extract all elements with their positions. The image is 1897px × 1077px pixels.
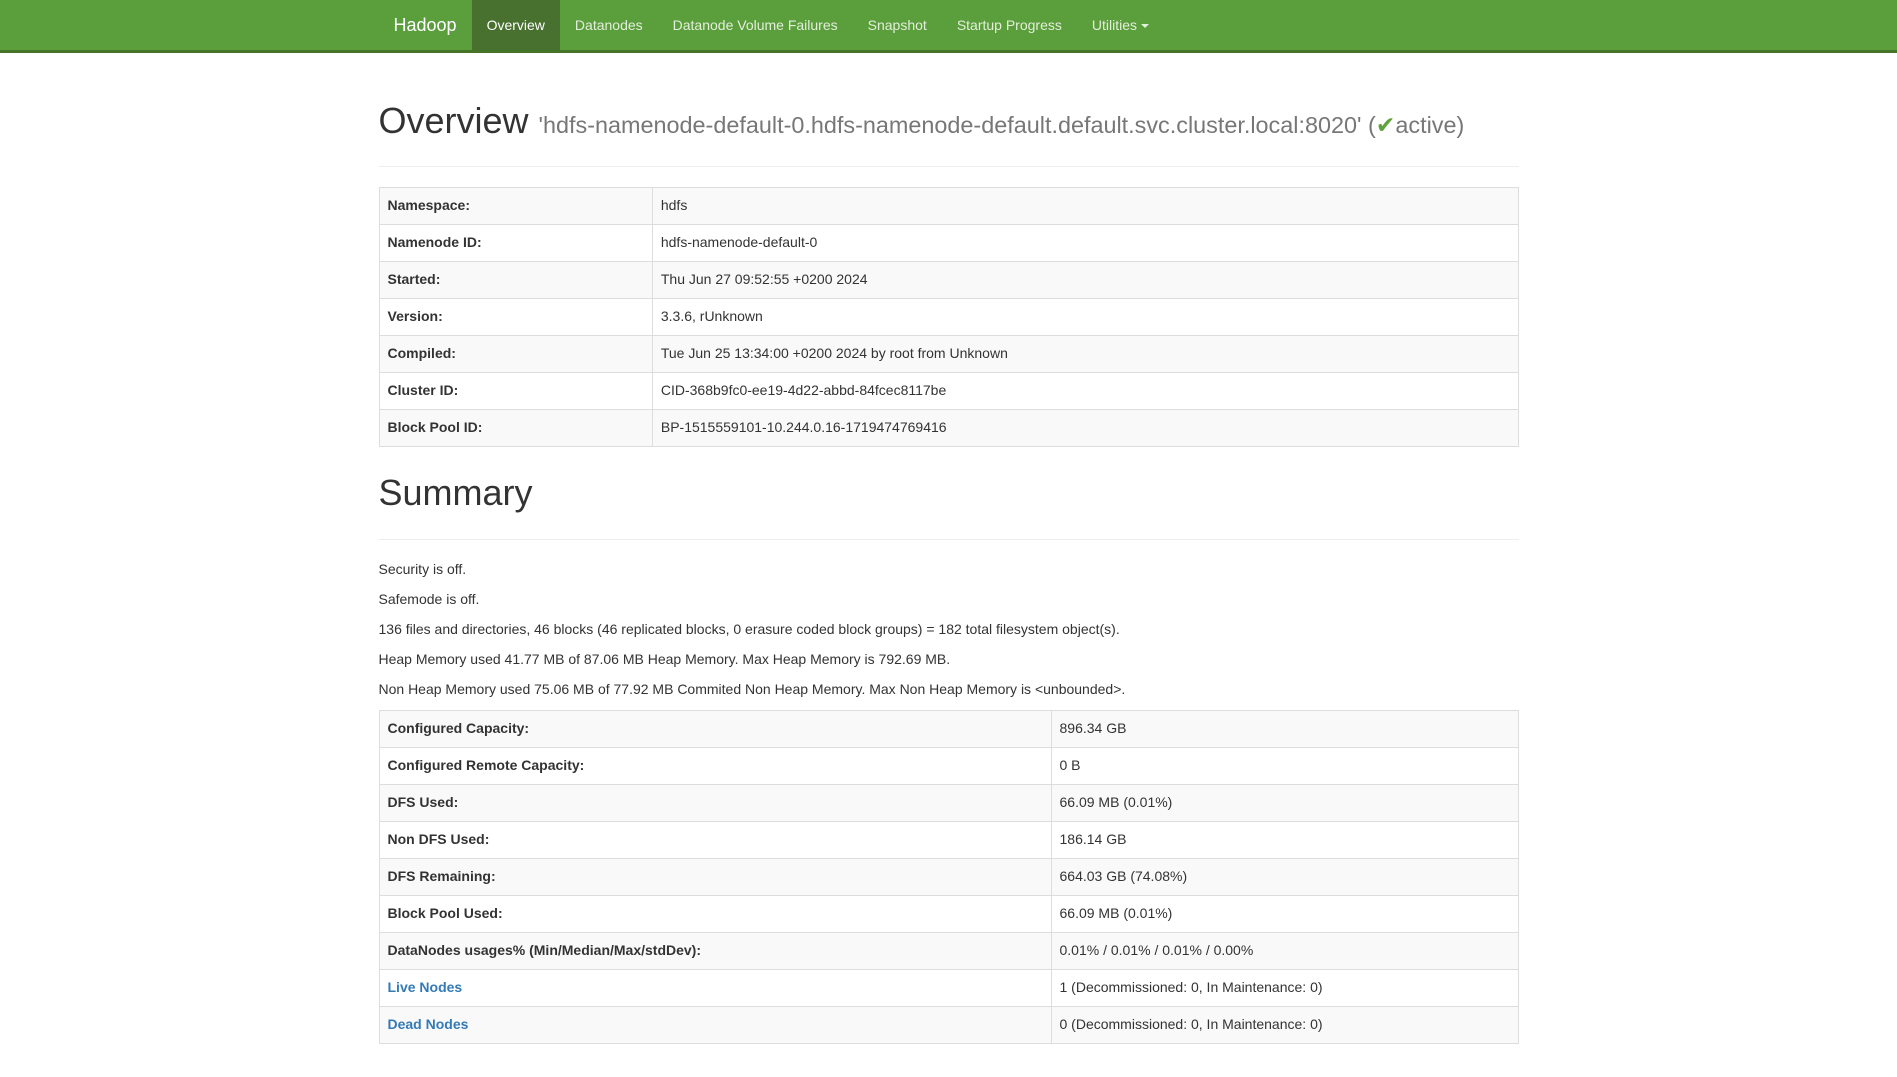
dead-nodes-link[interactable]: Dead Nodes	[388, 1016, 469, 1032]
summary-text: Security is off. Safemode is off. 136 fi…	[379, 560, 1519, 700]
table-row-dfs-used: DFS Used: 66.09 MB (0.01%)	[379, 784, 1518, 821]
summary-heading: Summary	[379, 467, 1519, 518]
navbar-menu: Overview Datanodes Datanode Volume Failu…	[472, 0, 1164, 50]
nav-item-utilities[interactable]: Utilities	[1077, 0, 1164, 50]
nav-item-datanodes[interactable]: Datanodes	[560, 0, 658, 50]
table-row-namespace: Namespace: hdfs	[379, 188, 1518, 225]
row-value: 66.09 MB (0.01%)	[1051, 895, 1518, 932]
state-close-paren: )	[1456, 112, 1464, 138]
nav-item-datanode-volume-failures[interactable]: Datanode Volume Failures	[658, 0, 853, 50]
nav-link-datanodes[interactable]: Datanodes	[560, 0, 658, 50]
state-open-paren: (	[1368, 112, 1376, 138]
table-row-datanodes-usages: DataNodes usages% (Min/Median/Max/stdDev…	[379, 932, 1518, 969]
main-content: Overview 'hdfs-namenode-default-0.hdfs-n…	[364, 95, 1534, 1044]
namenode-address: 'hdfs-namenode-default-0.hdfs-namenode-d…	[539, 112, 1362, 138]
row-label: Live Nodes	[379, 969, 1051, 1006]
nav-link-snapshot[interactable]: Snapshot	[853, 0, 942, 50]
namenode-state: (✔active)	[1368, 114, 1464, 137]
row-label: DFS Remaining:	[379, 858, 1051, 895]
state-label: active	[1395, 112, 1456, 138]
table-row-non-dfs-used: Non DFS Used: 186.14 GB	[379, 821, 1518, 858]
table-row-compiled: Compiled: Tue Jun 25 13:34:00 +0200 2024…	[379, 336, 1518, 373]
row-label: Cluster ID:	[379, 373, 652, 410]
table-row-configured-remote-capacity: Configured Remote Capacity: 0 B	[379, 747, 1518, 784]
row-label: Namenode ID:	[379, 225, 652, 262]
row-value: 664.03 GB (74.08%)	[1051, 858, 1518, 895]
namenode-info-table: Namespace: hdfs Namenode ID: hdfs-nameno…	[379, 187, 1519, 447]
row-value: 186.14 GB	[1051, 821, 1518, 858]
row-label: Configured Remote Capacity:	[379, 747, 1051, 784]
caret-down-icon	[1141, 24, 1149, 28]
table-row-configured-capacity: Configured Capacity: 896.34 GB	[379, 710, 1518, 747]
row-label: Non DFS Used:	[379, 821, 1051, 858]
row-label: DFS Used:	[379, 784, 1051, 821]
row-label: DataNodes usages% (Min/Median/Max/stdDev…	[379, 932, 1051, 969]
row-label: Version:	[379, 299, 652, 336]
live-nodes-link[interactable]: Live Nodes	[388, 979, 463, 995]
safemode-status: Safemode is off.	[379, 590, 1519, 610]
security-status: Security is off.	[379, 560, 1519, 580]
page-title: Overview 'hdfs-namenode-default-0.hdfs-n…	[379, 95, 1519, 146]
nav-link-utilities-label: Utilities	[1092, 17, 1137, 33]
divider	[379, 166, 1519, 167]
row-value: hdfs-namenode-default-0	[652, 225, 1518, 262]
row-label: Block Pool ID:	[379, 410, 652, 447]
table-row-started: Started: Thu Jun 27 09:52:55 +0200 2024	[379, 262, 1518, 299]
row-value: 896.34 GB	[1051, 710, 1518, 747]
nav-link-overview[interactable]: Overview	[472, 0, 560, 50]
nav-item-overview[interactable]: Overview	[472, 0, 560, 50]
row-label: Configured Capacity:	[379, 710, 1051, 747]
row-value: Thu Jun 27 09:52:55 +0200 2024	[652, 262, 1518, 299]
table-row-live-nodes: Live Nodes 1 (Decommissioned: 0, In Main…	[379, 969, 1518, 1006]
navbar: Hadoop Overview Datanodes Datanode Volum…	[0, 0, 1897, 53]
table-row-dfs-remaining: DFS Remaining: 664.03 GB (74.08%)	[379, 858, 1518, 895]
row-label: Namespace:	[379, 188, 652, 225]
page-title-text: Overview	[379, 100, 529, 141]
summary-stats-table: Configured Capacity: 896.34 GB Configure…	[379, 710, 1519, 1044]
table-row-dead-nodes: Dead Nodes 0 (Decommissioned: 0, In Main…	[379, 1006, 1518, 1043]
row-value: 3.3.6, rUnknown	[652, 299, 1518, 336]
table-row-block-pool-id: Block Pool ID: BP-1515559101-10.244.0.16…	[379, 410, 1518, 447]
nav-item-startup-progress[interactable]: Startup Progress	[942, 0, 1077, 50]
nav-link-utilities-dropdown[interactable]: Utilities	[1077, 0, 1164, 50]
divider	[379, 539, 1519, 540]
row-value: 66.09 MB (0.01%)	[1051, 784, 1518, 821]
row-value: 0 B	[1051, 747, 1518, 784]
row-label: Compiled:	[379, 336, 652, 373]
row-label: Started:	[379, 262, 652, 299]
table-row-namenode-id: Namenode ID: hdfs-namenode-default-0	[379, 225, 1518, 262]
row-value: 0 (Decommissioned: 0, In Maintenance: 0)	[1051, 1006, 1518, 1043]
row-value: 0.01% / 0.01% / 0.01% / 0.00%	[1051, 932, 1518, 969]
row-label: Dead Nodes	[379, 1006, 1051, 1043]
row-label: Block Pool Used:	[379, 895, 1051, 932]
row-value: CID-368b9fc0-ee19-4d22-abbd-84fcec8117be	[652, 373, 1518, 410]
row-value: hdfs	[652, 188, 1518, 225]
check-icon: ✔	[1376, 112, 1396, 138]
row-value: 1 (Decommissioned: 0, In Maintenance: 0)	[1051, 969, 1518, 1006]
table-row-version: Version: 3.3.6, rUnknown	[379, 299, 1518, 336]
filesystem-objects: 136 files and directories, 46 blocks (46…	[379, 620, 1519, 640]
page-subtitle: 'hdfs-namenode-default-0.hdfs-namenode-d…	[539, 112, 1465, 138]
nav-item-snapshot[interactable]: Snapshot	[853, 0, 942, 50]
heap-memory: Heap Memory used 41.77 MB of 87.06 MB He…	[379, 650, 1519, 670]
nav-link-startup-progress[interactable]: Startup Progress	[942, 0, 1077, 50]
table-row-block-pool-used: Block Pool Used: 66.09 MB (0.01%)	[379, 895, 1518, 932]
nav-link-datanode-volume-failures[interactable]: Datanode Volume Failures	[658, 0, 853, 50]
row-value: Tue Jun 25 13:34:00 +0200 2024 by root f…	[652, 336, 1518, 373]
navbar-brand[interactable]: Hadoop	[379, 0, 472, 50]
table-row-cluster-id: Cluster ID: CID-368b9fc0-ee19-4d22-abbd-…	[379, 373, 1518, 410]
non-heap-memory: Non Heap Memory used 75.06 MB of 77.92 M…	[379, 680, 1519, 700]
row-value: BP-1515559101-10.244.0.16-1719474769416	[652, 410, 1518, 447]
